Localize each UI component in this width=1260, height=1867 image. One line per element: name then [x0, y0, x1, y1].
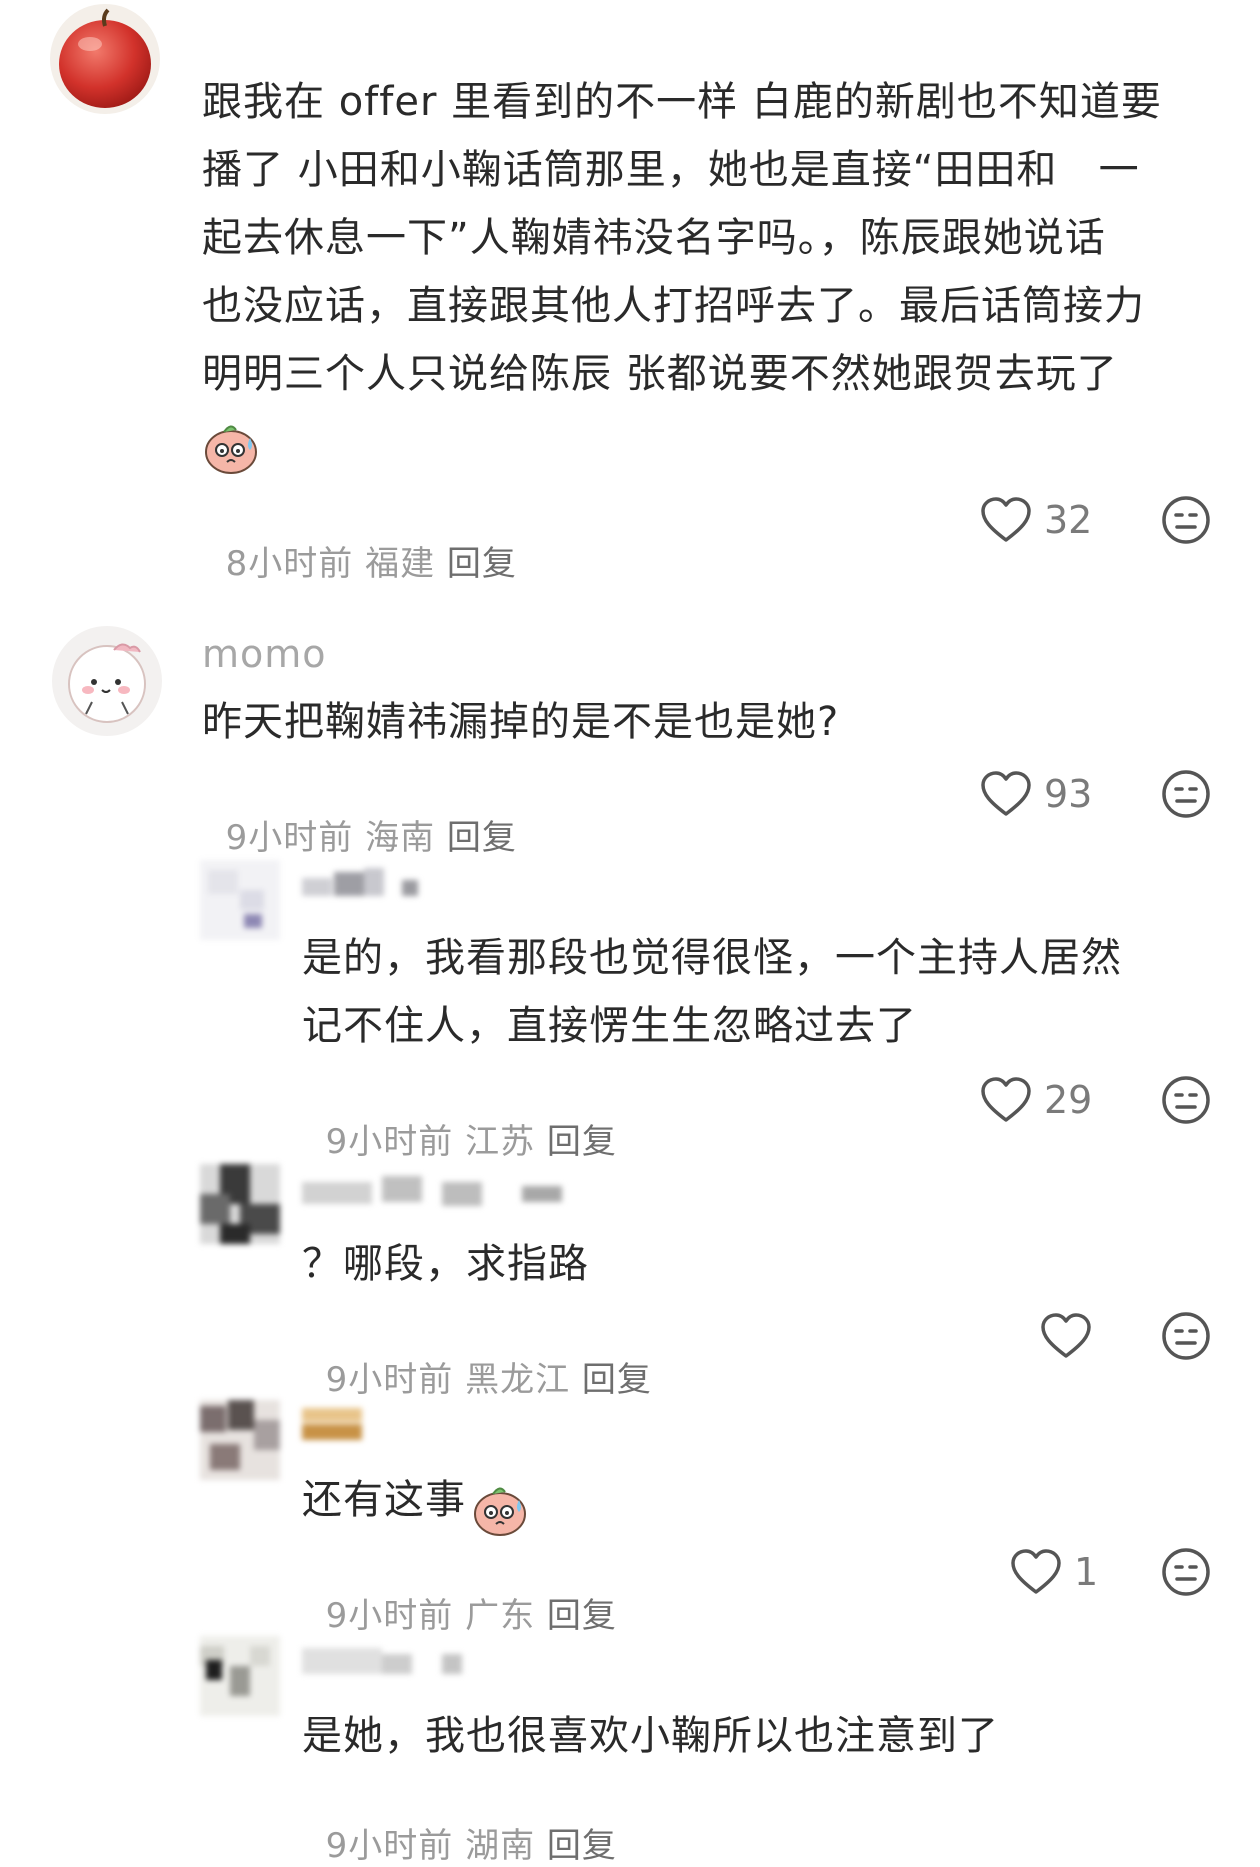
reply-button[interactable]: 回复 [547, 1596, 617, 1636]
unamused-face-icon [1162, 770, 1210, 818]
like-count: 1 [1074, 1550, 1099, 1594]
meta-time-location: 8小时前 福建 [225, 544, 447, 584]
like-count: 32 [1044, 498, 1093, 542]
like-button[interactable]: 29 [980, 1076, 1092, 1124]
reply-button[interactable]: 回复 [582, 1360, 652, 1400]
like-button[interactable] [1040, 1312, 1092, 1360]
comment-line: 记不住人，直接愣生生忽略过去了 [302, 1003, 917, 1049]
meta-time-location: 9小时前 江苏 [325, 1122, 547, 1162]
avatar-blurred[interactable] [200, 860, 280, 940]
heart-outline-icon [981, 1077, 1031, 1122]
meta-time-location: 9小时前 海南 [225, 818, 447, 858]
comment-text: 还有这事 [302, 1477, 466, 1523]
unamused-face-icon [1162, 1548, 1210, 1596]
reply-button[interactable]: 回复 [547, 1826, 617, 1866]
heart-outline-icon [1011, 1549, 1061, 1594]
dislike-button[interactable] [1160, 768, 1212, 824]
username-blurred[interactable] [302, 866, 422, 902]
comment-2-text: 昨天把鞠婧祎漏掉的是不是也是她? [202, 699, 840, 745]
comment-line: 跟我在 offer 里看到的不一样 白鹿的新剧也不知道要 [202, 79, 1162, 125]
reply-1-meta: 9小时前 江苏 回复 [302, 1074, 617, 1163]
avatar-apple[interactable] [50, 4, 160, 114]
reply-4-text: 是她，我也很喜欢小鞠所以也注意到了 [302, 1713, 999, 1759]
reply-1-text: 是的，我看那段也觉得很怪，一个主持人居然 记不住人，直接愣生生忽略过去了 [302, 924, 1122, 1060]
heart-outline-icon [981, 497, 1031, 542]
like-button[interactable]: 1 [1010, 1548, 1098, 1596]
reply-button[interactable]: 回复 [547, 1122, 617, 1162]
dislike-button[interactable] [1160, 1074, 1212, 1130]
username-blurred[interactable] [302, 1404, 372, 1444]
avatar-blurred[interactable] [200, 1400, 280, 1480]
reply-button[interactable]: 回复 [447, 544, 517, 584]
meta-time-location: 9小时前 广东 [325, 1596, 547, 1636]
reply-3-text: 还有这事 [302, 1466, 529, 1538]
comment-2-meta: 9小时前 海南 回复 [202, 770, 517, 859]
meta-time-location: 9小时前 黑龙江 [325, 1360, 582, 1400]
comment-line: 起去休息一下”人鞠婧祎没名字吗。，陈辰跟她说话 [202, 215, 1106, 261]
comment-line: 是的，我看那段也觉得很怪，一个主持人居然 [302, 935, 1122, 981]
reply-2-meta: 9小时前 黑龙江 回复 [302, 1312, 652, 1401]
username-blurred[interactable] [302, 1172, 572, 1208]
reply-button[interactable]: 回复 [447, 818, 517, 858]
reply-4-meta: 9小时前 湖南 回复 [302, 1778, 617, 1867]
comment-1-text: 跟我在 offer 里看到的不一样 白鹿的新剧也不知道要 播了 小田和小鞠话筒那… [202, 68, 1162, 408]
avatar-blurred[interactable] [200, 1164, 280, 1244]
heart-outline-icon [981, 771, 1031, 816]
comment-1-meta: 8小时前 福建 回复 [202, 496, 517, 585]
unamused-face-icon [1162, 1076, 1210, 1124]
username-momo[interactable]: momo [202, 632, 327, 676]
avatar-blurred[interactable] [200, 1636, 280, 1716]
heart-outline-icon [1041, 1313, 1091, 1358]
dislike-button[interactable] [1160, 1546, 1212, 1602]
meta-time-location: 9小时前 湖南 [325, 1826, 547, 1866]
like-button[interactable]: 32 [980, 496, 1092, 544]
comment-line: 明明三个人只说给陈辰 张都说要不然她跟贺去玩了 [202, 351, 1118, 397]
like-count: 93 [1044, 772, 1093, 816]
dislike-button[interactable] [1160, 1310, 1212, 1366]
sweat-peach-emoji [202, 418, 260, 480]
like-button[interactable]: 93 [980, 770, 1092, 818]
username-blurred[interactable] [302, 1644, 472, 1680]
reply-2-text: ？哪段，求指路 [302, 1241, 589, 1287]
avatar-momo[interactable] [52, 626, 162, 736]
dislike-button[interactable] [1160, 494, 1212, 550]
unamused-face-icon [1162, 496, 1210, 544]
like-count: 29 [1044, 1078, 1093, 1122]
comment-line: 播了 小田和小鞠话筒那里，她也是直接“田田和 一 [202, 147, 1140, 193]
sweat-peach-emoji [471, 1480, 529, 1538]
reply-3-meta: 9小时前 广东 回复 [302, 1548, 617, 1637]
unamused-face-icon [1162, 1312, 1210, 1360]
comment-line: 也没应话，直接跟其他人打招呼去了。最后话筒接力 [202, 283, 1145, 329]
